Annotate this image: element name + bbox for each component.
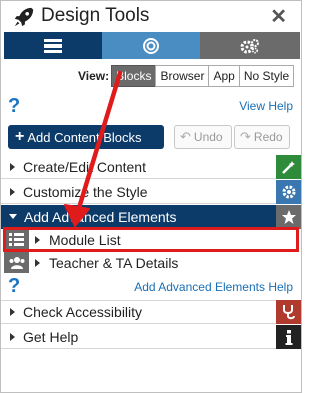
design-tools-panel: Design Tools ✕ View: Blocks Browser App …: [0, 0, 302, 393]
info-icon[interactable]: [276, 325, 301, 349]
view-browser-button[interactable]: Browser: [155, 65, 210, 87]
view-nostyle-button[interactable]: No Style: [238, 65, 295, 87]
teacher-ta-details-item[interactable]: Teacher & TA Details: [31, 252, 178, 273]
help-question-icon[interactable]: ?: [8, 95, 20, 118]
tab-settings[interactable]: [200, 32, 300, 59]
help-question-icon[interactable]: ?: [8, 275, 20, 298]
section-advanced-elements[interactable]: Add Advanced Elements: [1, 205, 276, 229]
undo-label: Undo: [193, 130, 223, 144]
tab-target[interactable]: [102, 32, 200, 59]
caret-right-icon: [10, 162, 15, 171]
section-accessibility-label: Check Accessibility: [23, 304, 143, 320]
magic-wand-icon[interactable]: [276, 155, 301, 179]
add-content-blocks-label: Add Content Blocks: [27, 129, 142, 145]
section-create-edit[interactable]: Create/Edit Content: [1, 155, 276, 179]
title-bar: Design Tools ✕: [1, 1, 301, 32]
target-icon: [143, 37, 159, 54]
view-help-link[interactable]: View Help: [239, 99, 293, 113]
redo-button[interactable]: ↷ Redo: [234, 125, 290, 149]
close-icon[interactable]: ✕: [270, 4, 287, 29]
view-app-button[interactable]: App: [208, 65, 240, 87]
caret-right-icon: [35, 258, 40, 267]
tool-tabs: [4, 32, 300, 59]
panel-title: Design Tools: [41, 5, 150, 26]
view-label: View:: [78, 69, 110, 83]
section-get-help-label: Get Help: [23, 328, 79, 345]
layout-list-icon: [44, 38, 62, 53]
rocket-icon: [14, 7, 34, 27]
caret-right-icon: [10, 332, 15, 341]
stethoscope-icon[interactable]: [276, 300, 301, 324]
add-content-blocks-button[interactable]: + Add Content Blocks: [8, 125, 164, 149]
teacher-ta-label: Teacher & TA Details: [49, 254, 179, 271]
undo-button[interactable]: ↶ Undo: [174, 125, 232, 149]
section-check-accessibility[interactable]: Check Accessibility: [1, 300, 276, 324]
users-icon: [4, 252, 29, 273]
section-customize-style[interactable]: Customize the Style: [1, 180, 276, 204]
redo-label: Redo: [253, 130, 283, 144]
section-create-edit-label: Create/Edit Content: [23, 158, 146, 175]
star-icon[interactable]: [276, 205, 301, 229]
caret-right-icon: [10, 308, 15, 316]
section-get-help[interactable]: Get Help: [1, 325, 276, 349]
view-blocks-button[interactable]: Blocks: [111, 65, 157, 87]
section-advanced-label: Add Advanced Elements: [24, 208, 177, 225]
sun-gear-icon[interactable]: [276, 180, 301, 204]
caret-down-icon: [9, 214, 17, 219]
undo-icon: ↶: [180, 129, 191, 144]
view-selector: View: Blocks Browser App No Style: [78, 65, 295, 87]
tab-blocks[interactable]: [4, 32, 102, 59]
advanced-elements-help-link[interactable]: Add Advanced Elements Help: [134, 280, 293, 294]
highlight-box: [3, 227, 299, 252]
plus-icon: +: [15, 128, 25, 145]
redo-icon: ↷: [240, 129, 251, 144]
gears-icon: [240, 38, 259, 54]
section-customize-label: Customize the Style: [23, 183, 148, 200]
caret-right-icon: [10, 187, 15, 196]
